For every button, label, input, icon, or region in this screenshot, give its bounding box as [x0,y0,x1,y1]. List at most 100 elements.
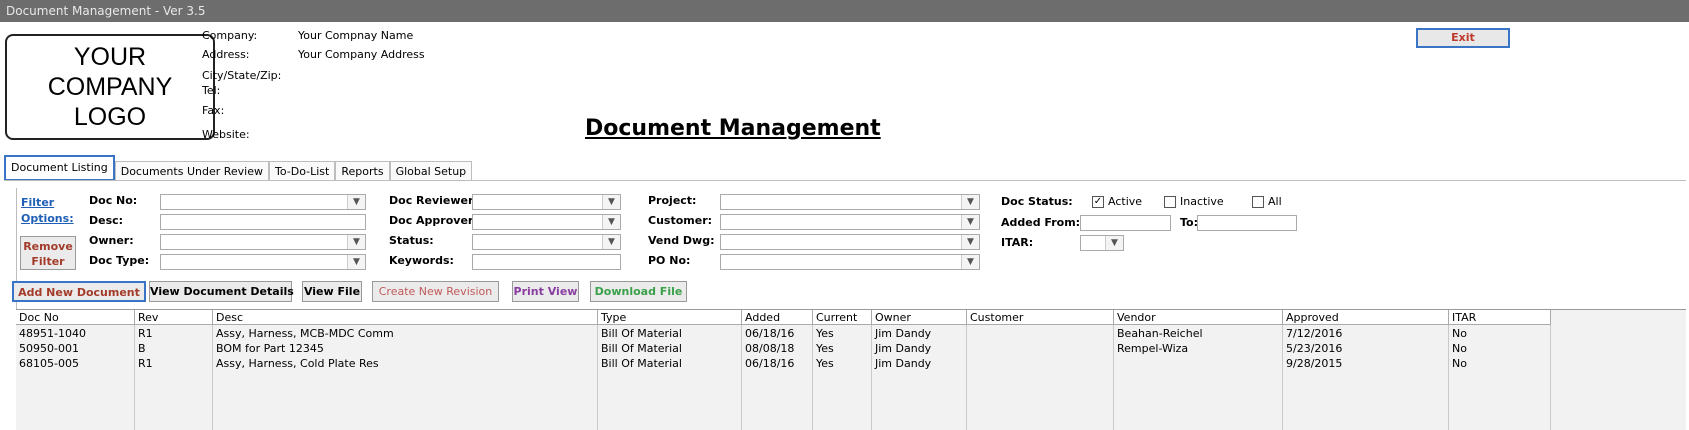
keywords-label: Keywords: [389,254,454,267]
column-header[interactable]: Rev [135,310,213,325]
chevron-down-icon[interactable]: ▼ [961,255,979,269]
table-row[interactable]: 48951-1040 R1 Assy, Harness, MCB-MDC Comm B… [16,326,1551,341]
itar-label: ITAR: [1001,236,1034,249]
print-view-button[interactable]: Print View [512,281,579,302]
table-cell: R1 [138,327,153,340]
column-header[interactable]: Type [598,310,742,325]
chevron-down-icon[interactable]: ▼ [602,215,620,229]
doc-no-label: Doc No: [89,194,138,207]
chevron-down-icon[interactable]: ▼ [961,195,979,209]
table-row[interactable]: 50950-001 B BOM for Part 12345 Bill Of Mate… [16,341,1551,356]
vend-dwg-select[interactable]: ▼ [720,234,980,250]
all-label: All [1268,195,1282,208]
active-label: Active [1108,195,1143,208]
tab-reports[interactable]: Reports [335,161,390,181]
table-cell: Jim Dandy [875,342,932,355]
doc-type-label: Doc Type: [89,254,150,267]
filter-options-link[interactable]: Filter Options: [21,195,74,227]
doc-approver-select[interactable]: ▼ [472,214,621,230]
status-select[interactable]: ▼ [472,234,621,250]
view-document-details-button[interactable]: View Document Details [149,281,294,302]
itar-select[interactable]: ▼ [1080,235,1124,251]
column-header[interactable]: Vendor [1114,310,1283,325]
remove-filter-button[interactable]: Remove Filter [20,236,76,270]
table-cell: Assy, Harness, MCB-MDC Comm [216,327,394,340]
column-header[interactable]: ITAR [1449,310,1551,325]
company-value: Your Compnay Name [298,29,414,42]
view-file-button[interactable]: View File [302,281,362,302]
table-cell: Jim Dandy [875,327,932,340]
column-header[interactable]: Approved [1283,310,1449,325]
tab-bar: Document Listing Documents Under Review … [4,155,473,181]
doc-type-select[interactable]: ▼ [160,254,366,270]
column-header[interactable]: Current [813,310,872,325]
table-cell: 06/18/16 [745,327,795,340]
tab-documents-under-review[interactable]: Documents Under Review [114,161,269,181]
logo-line-3: LOGO [73,103,147,131]
check-icon: ✓ [1092,195,1104,208]
tab-document-listing[interactable]: Document Listing [4,155,115,181]
exit-button[interactable]: Exit [1416,28,1510,48]
tab-global-setup[interactable]: Global Setup [389,161,473,181]
website-label: Website: [202,128,250,141]
window-title-bar: Document Management - Ver 3.5 [0,0,1689,22]
column-header[interactable]: Customer [967,310,1114,325]
project-select[interactable]: ▼ [720,194,980,210]
customer-select[interactable]: ▼ [720,214,980,230]
added-from-input[interactable] [1080,215,1171,231]
chevron-down-icon[interactable]: ▼ [961,215,979,229]
create-new-revision-button[interactable]: Create New Revision [372,281,499,302]
doc-no-select[interactable]: ▼ [160,194,366,210]
download-file-button[interactable]: Download File [590,281,687,302]
column-header[interactable]: Doc No [16,310,135,325]
column-header[interactable]: Desc [213,310,598,325]
column-header[interactable]: Owner [872,310,967,325]
chevron-down-icon[interactable]: ▼ [347,255,365,269]
po-no-select[interactable]: ▼ [720,254,980,270]
logo-line-2: COMPANY [47,73,173,101]
add-new-document-button[interactable]: Add New Document [12,281,146,302]
chevron-down-icon[interactable]: ▼ [347,235,365,249]
table-row[interactable]: 68105-005 R1 Assy, Harness, Cold Plate Res… [16,356,1551,371]
table-cell: R1 [138,357,153,370]
address-value: Your Company Address [298,48,425,61]
table-cell: No [1452,327,1467,340]
table-cell: 08/08/18 [745,342,795,355]
table-cell: Bill Of Material [601,327,682,340]
table-cell: 7/12/2016 [1286,327,1343,340]
tab-to-do-list[interactable]: To-Do-List [269,161,336,181]
chevron-down-icon[interactable]: ▼ [347,195,365,209]
po-no-label: PO No: [648,254,691,267]
table-cell: Assy, Harness, Cold Plate Res [216,357,379,370]
inactive-label: Inactive [1180,195,1224,208]
doc-reviewer-select[interactable]: ▼ [472,194,621,210]
project-label: Project: [648,194,697,207]
table-cell: Yes [816,357,834,370]
active-checkbox[interactable]: ✓ Active [1092,195,1142,208]
address-label: Address: [202,48,250,61]
keywords-input[interactable] [472,254,621,270]
table-cell: No [1452,357,1467,370]
owner-label: Owner: [89,234,134,247]
remove-filter-line-2: Filter [31,255,65,268]
added-from-label: Added From: [1001,216,1081,229]
desc-input[interactable] [160,214,366,230]
chevron-down-icon[interactable]: ▼ [602,235,620,249]
chevron-down-icon[interactable]: ▼ [1105,236,1123,250]
filter-options-line-2: Options: [21,212,74,225]
inactive-checkbox[interactable]: Inactive [1164,195,1224,208]
vend-dwg-label: Vend Dwg: [648,234,715,247]
to-label: To: [1180,216,1198,229]
table-cell: 68105-005 [19,357,79,370]
table-cell: B [138,342,146,355]
chevron-down-icon[interactable]: ▼ [602,195,620,209]
added-to-input[interactable] [1197,215,1297,231]
doc-reviewer-label: Doc Reviewer: [389,194,478,207]
column-header[interactable]: Added [742,310,813,325]
owner-select[interactable]: ▼ [160,234,366,250]
tab-divider [4,180,1686,181]
filter-options-line-1: Filter [21,196,55,209]
fax-label: Fax: [202,104,225,117]
all-checkbox[interactable]: All [1252,195,1282,208]
chevron-down-icon[interactable]: ▼ [961,235,979,249]
